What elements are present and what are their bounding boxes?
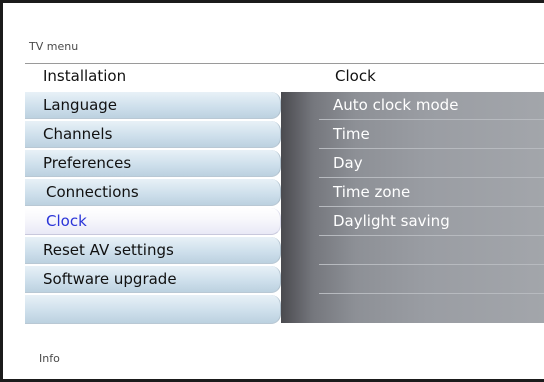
menu-item-channels[interactable]: Channels	[25, 121, 281, 148]
submenu-item-label: Time	[333, 125, 370, 143]
menu-item-connections[interactable]: Connections	[25, 179, 281, 206]
submenu-item-time[interactable]: Time	[319, 121, 544, 149]
submenu-item-daylight-saving[interactable]: Daylight saving	[319, 208, 544, 236]
menu-item-label: Connections	[46, 183, 139, 201]
submenu-item-label: Daylight saving	[333, 212, 450, 230]
tv-screen-frame: TV menu Installation Clock Language Chan…	[0, 0, 544, 382]
header-divider	[25, 63, 544, 64]
submenu-item-empty	[319, 237, 544, 265]
submenu-item-label: Time zone	[333, 183, 411, 201]
submenu-item-label: Auto clock mode	[333, 96, 459, 114]
tv-menu-title: TV menu	[29, 40, 79, 53]
info-label: Info	[39, 352, 60, 365]
menu-item-reset-av-settings[interactable]: Reset AV settings	[25, 237, 281, 264]
menu-item-label: Channels	[43, 125, 113, 143]
menu-item-software-upgrade[interactable]: Software upgrade	[25, 266, 281, 293]
menu-item-empty	[25, 295, 281, 324]
menu-item-label: Preferences	[43, 154, 132, 172]
menu-item-language[interactable]: Language	[25, 92, 281, 119]
clock-submenu-panel: Auto clock mode Time Day Time zone Dayli…	[281, 92, 544, 323]
menu-item-label: Software upgrade	[43, 270, 177, 288]
submenu-item-label: Day	[333, 154, 363, 172]
menu-item-clock[interactable]: Clock	[25, 208, 281, 235]
installation-menu: Language Channels Preferences Connection…	[25, 92, 281, 326]
submenu-item-day[interactable]: Day	[319, 150, 544, 178]
menu-item-label: Clock	[46, 212, 87, 230]
menu-item-label: Language	[43, 96, 118, 114]
submenu-item-time-zone[interactable]: Time zone	[319, 179, 544, 207]
submenu-item-empty	[319, 295, 544, 323]
clock-header: Clock	[335, 67, 376, 85]
submenu-item-empty	[319, 266, 544, 294]
installation-header: Installation	[43, 67, 127, 85]
submenu-item-auto-clock-mode[interactable]: Auto clock mode	[319, 92, 544, 120]
menu-item-preferences[interactable]: Preferences	[25, 150, 281, 177]
menu-item-label: Reset AV settings	[43, 241, 174, 259]
